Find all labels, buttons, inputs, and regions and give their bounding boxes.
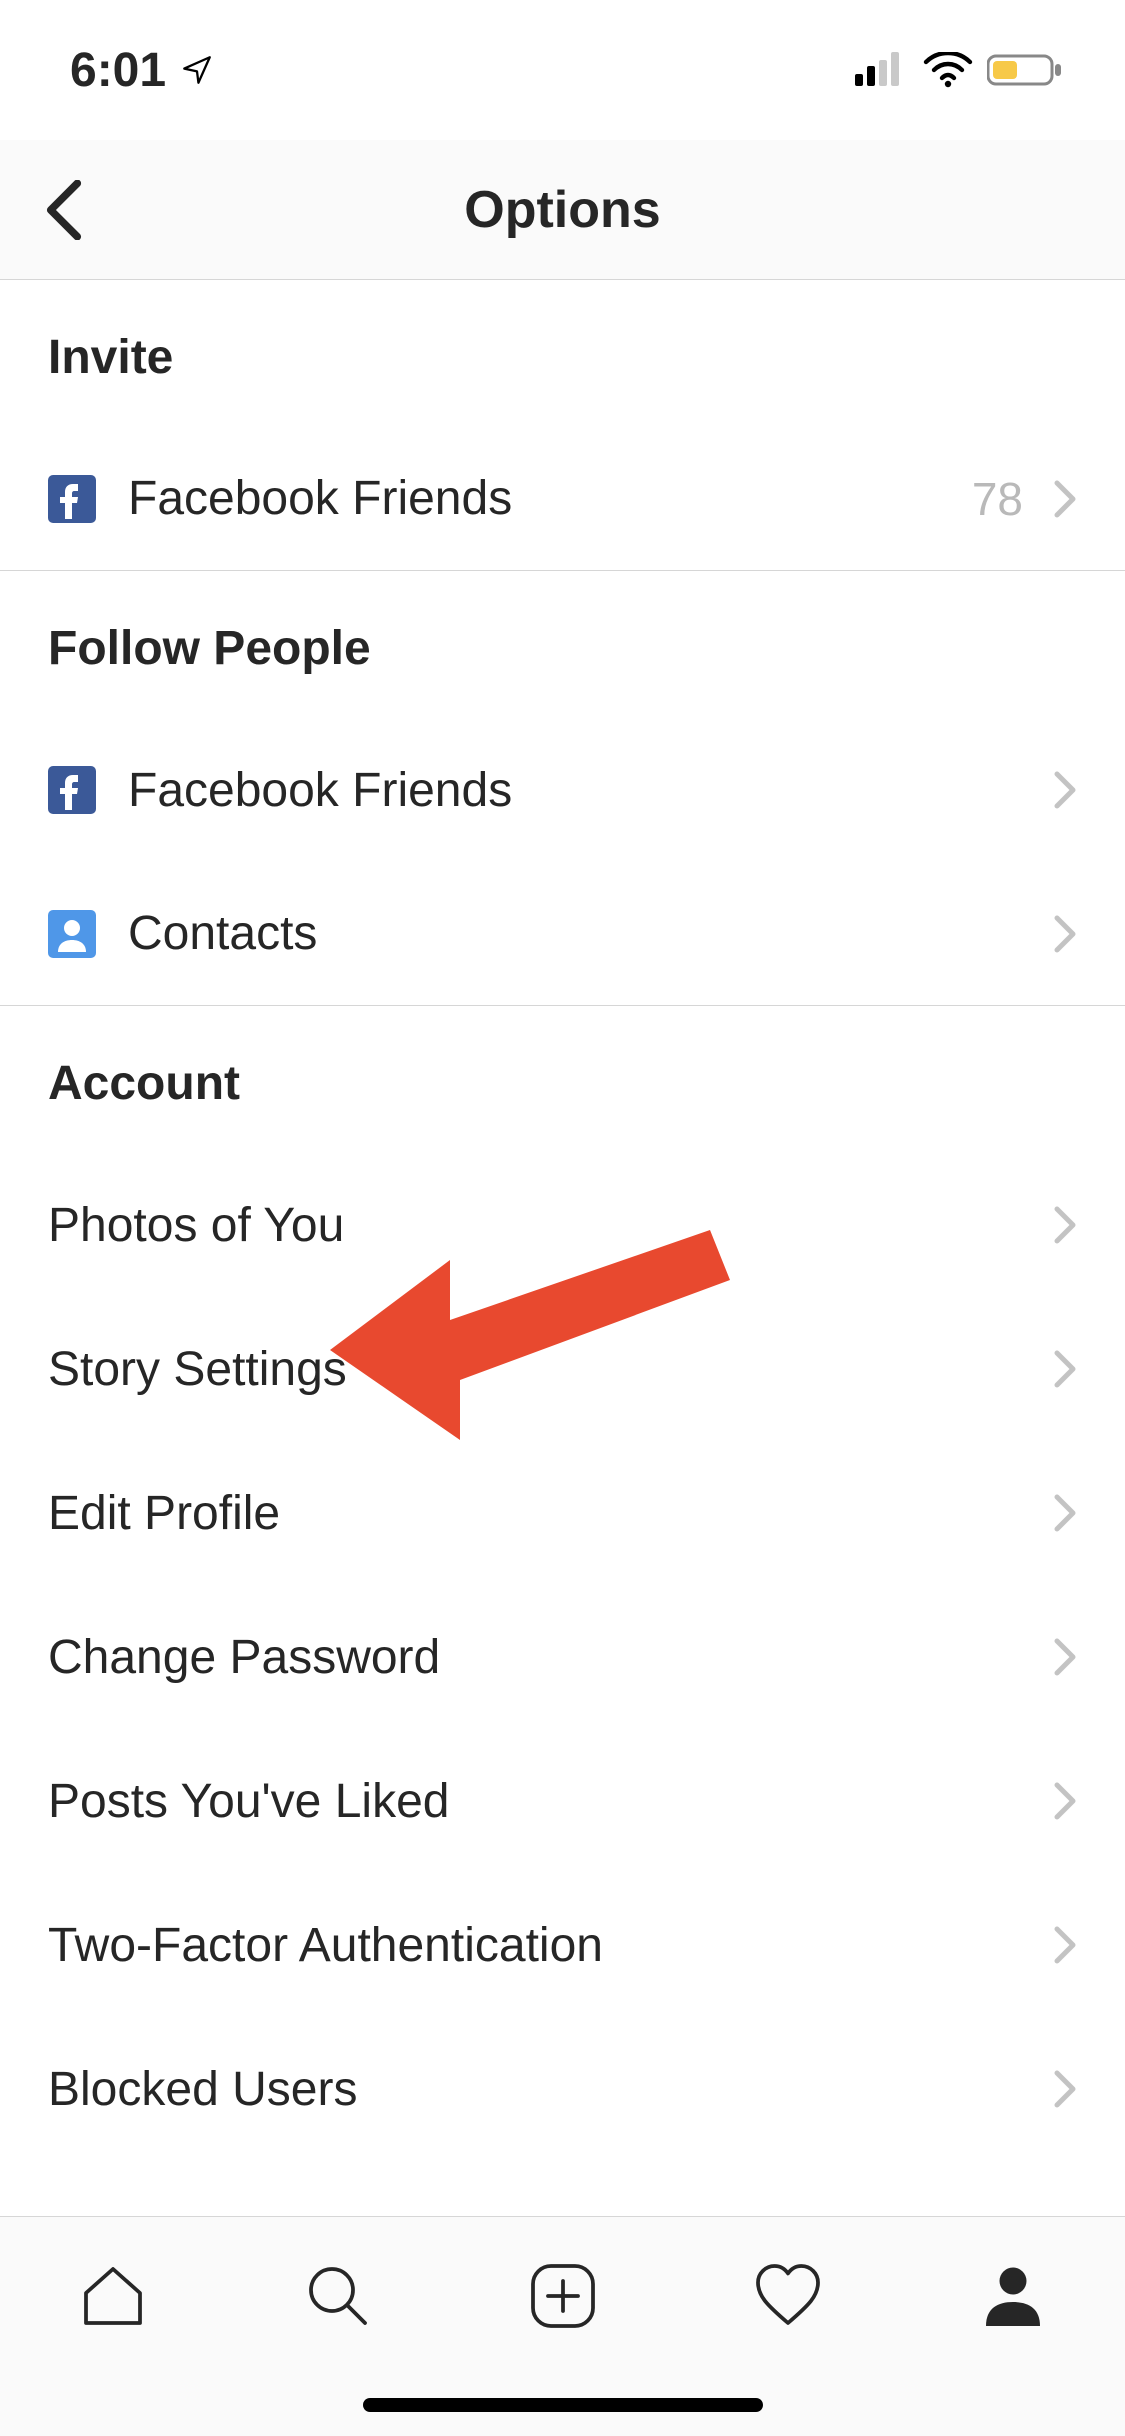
tab-new-post[interactable] xyxy=(518,2251,608,2341)
row-label: Change Password xyxy=(48,1630,1053,1685)
chevron-right-icon xyxy=(1053,914,1077,954)
row-label: Two-Factor Authentication xyxy=(48,1918,1053,1973)
chevron-right-icon xyxy=(1053,2069,1077,2109)
row-label: Edit Profile xyxy=(48,1486,1053,1541)
row-follow-facebook-friends[interactable]: Facebook Friends xyxy=(0,718,1125,862)
row-story-settings[interactable]: Story Settings xyxy=(0,1297,1125,1441)
row-label: Blocked Users xyxy=(48,2062,1053,2117)
row-edit-profile[interactable]: Edit Profile xyxy=(0,1441,1125,1585)
row-follow-contacts[interactable]: Contacts xyxy=(0,862,1125,1006)
page-title: Options xyxy=(0,180,1125,240)
row-change-password[interactable]: Change Password xyxy=(0,1585,1125,1729)
row-label: Story Settings xyxy=(48,1342,1053,1397)
search-icon xyxy=(302,2260,374,2332)
row-label: Photos of You xyxy=(48,1198,1053,1253)
tab-activity[interactable] xyxy=(743,2251,833,2341)
plus-square-icon xyxy=(527,2260,599,2332)
chevron-right-icon xyxy=(1053,1781,1077,1821)
back-button[interactable] xyxy=(24,160,104,260)
settings-list: Invite Facebook Friends 78 Follow People… xyxy=(0,280,1125,2161)
heart-icon xyxy=(752,2260,824,2332)
tab-home[interactable] xyxy=(68,2251,158,2341)
section-header-follow: Follow People xyxy=(0,571,1125,718)
chevron-right-icon xyxy=(1053,1493,1077,1533)
tab-profile[interactable] xyxy=(968,2251,1058,2341)
row-label: Posts You've Liked xyxy=(48,1774,1053,1829)
row-value: 78 xyxy=(972,472,1023,526)
chevron-right-icon xyxy=(1053,1925,1077,1965)
contacts-icon xyxy=(48,910,128,958)
row-blocked-users[interactable]: Blocked Users xyxy=(0,2017,1125,2161)
row-invite-facebook-friends[interactable]: Facebook Friends 78 xyxy=(0,427,1125,571)
section-header-account: Account xyxy=(0,1006,1125,1153)
row-two-factor[interactable]: Two-Factor Authentication xyxy=(0,1873,1125,2017)
section-header-invite: Invite xyxy=(0,280,1125,427)
row-posts-liked[interactable]: Posts You've Liked xyxy=(0,1729,1125,1873)
chevron-right-icon xyxy=(1053,1637,1077,1677)
row-label: Facebook Friends xyxy=(128,471,972,526)
tab-search[interactable] xyxy=(293,2251,383,2341)
profile-icon xyxy=(977,2260,1049,2332)
status-time: 6:01 xyxy=(70,43,166,98)
chevron-right-icon xyxy=(1053,1205,1077,1245)
chevron-right-icon xyxy=(1053,770,1077,810)
status-bar: 6:01 xyxy=(0,0,1125,140)
home-icon xyxy=(77,2260,149,2332)
chevron-right-icon xyxy=(1053,479,1077,519)
row-label: Facebook Friends xyxy=(128,763,1053,818)
battery-icon xyxy=(987,52,1065,88)
row-photos-of-you[interactable]: Photos of You xyxy=(0,1153,1125,1297)
location-arrow-icon xyxy=(180,53,214,87)
wifi-icon xyxy=(923,52,973,88)
home-indicator[interactable] xyxy=(363,2398,763,2412)
facebook-icon xyxy=(48,766,128,814)
row-label: Contacts xyxy=(128,906,1053,961)
nav-bar: Options xyxy=(0,140,1125,280)
cellular-signal-icon xyxy=(855,52,909,88)
chevron-right-icon xyxy=(1053,1349,1077,1389)
facebook-icon xyxy=(48,475,128,523)
